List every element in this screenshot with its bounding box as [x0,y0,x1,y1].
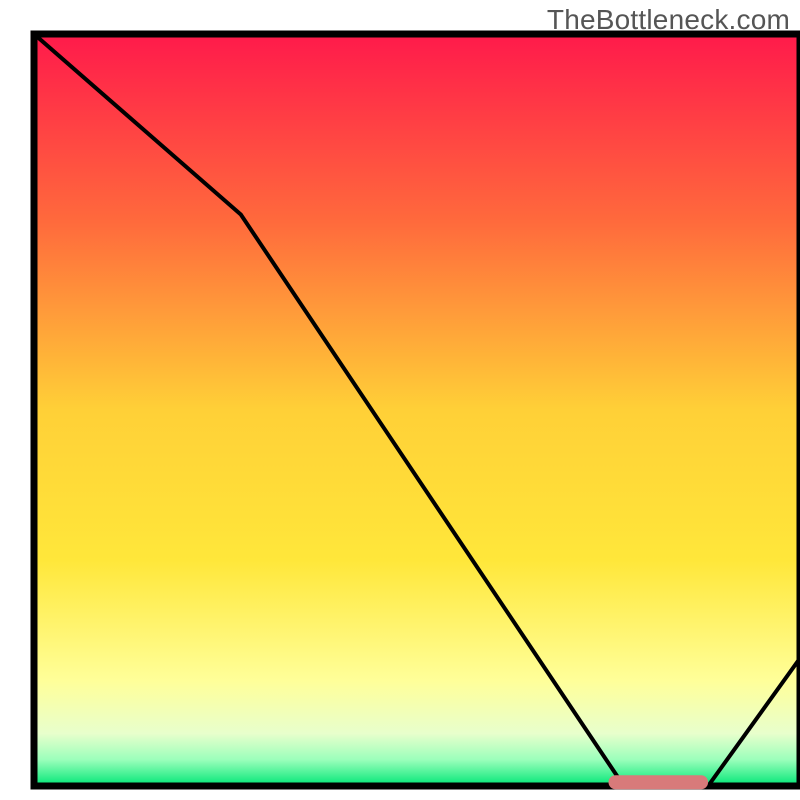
chart-container: TheBottleneck.com [0,0,800,800]
gradient-background [34,34,800,786]
plot-area [34,34,800,789]
optimal-range-marker [609,775,709,789]
bottleneck-chart [0,0,800,800]
